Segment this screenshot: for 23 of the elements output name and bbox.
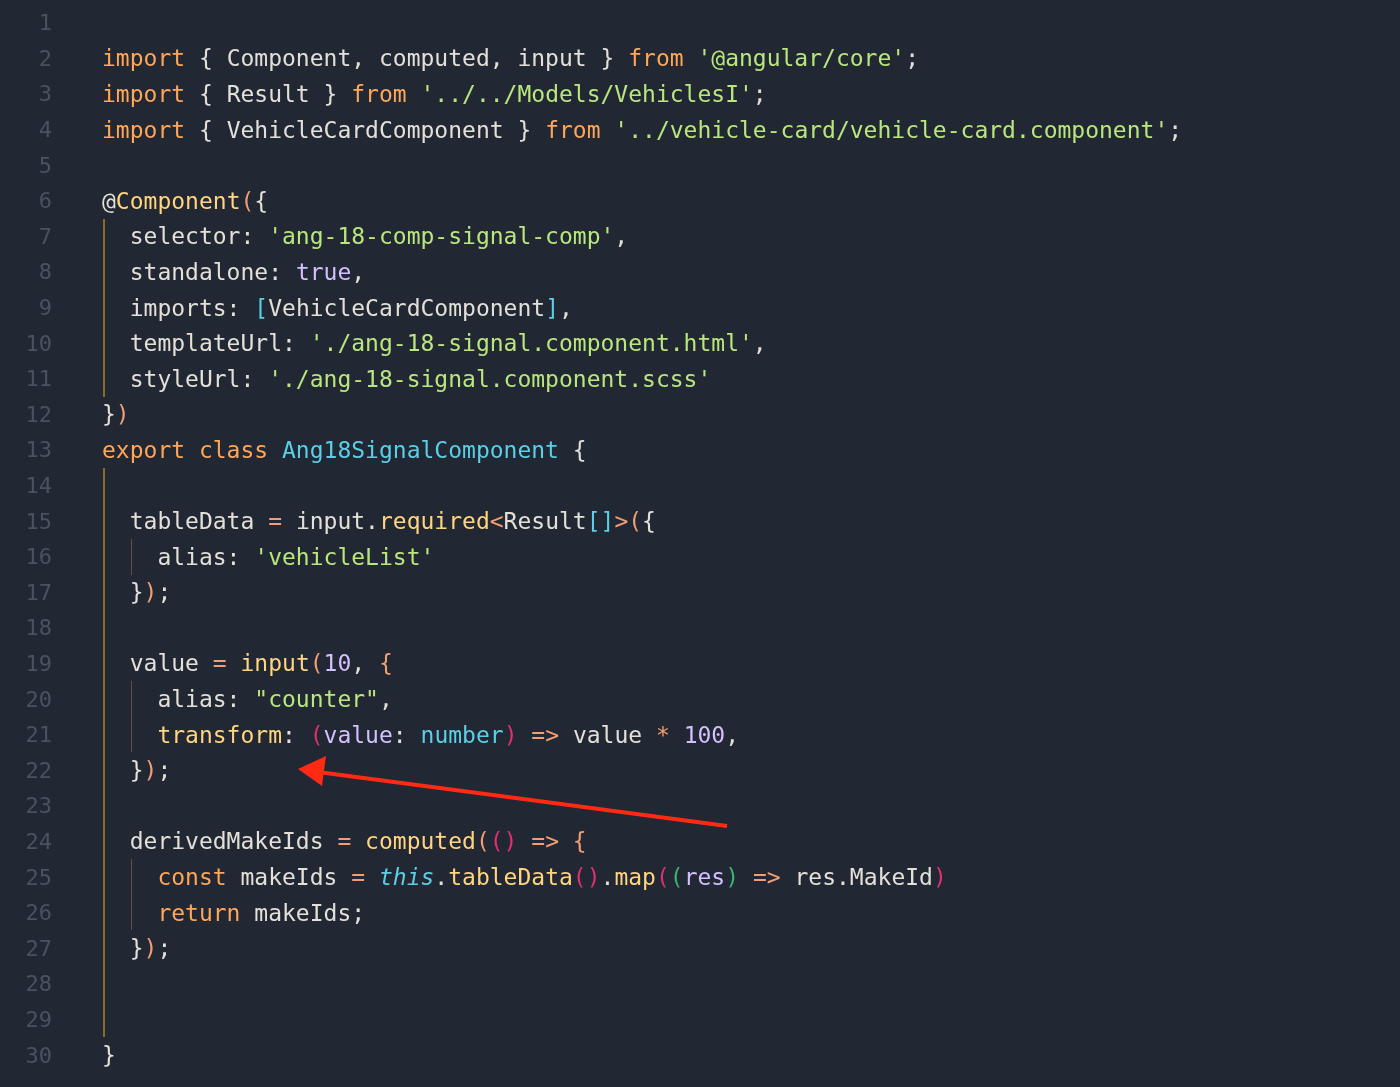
code-line: import { VehicleCardComponent } from '../vehicle-card/vehicle-card.component'; [102, 115, 1183, 144]
code-line: }); [128, 578, 172, 607]
code-line: }) [102, 400, 130, 429]
code-line: tableData = input.required<Result[]>({ [128, 507, 656, 536]
code-line: export class Ang18SignalComponent { [102, 435, 587, 464]
code-line: alias: 'vehicleList' [156, 542, 435, 571]
code-line: import { Component, computed, input } from '@angular/core'; [102, 44, 919, 73]
code-line: }); [128, 756, 172, 785]
code-line: selector: 'ang-18-comp-signal-comp', [128, 222, 629, 251]
code-line: import { Result } from '../../Models/VehiclesI'; [102, 80, 767, 108]
code-line: derivedMakeIds = computed(() => { [128, 827, 587, 856]
code-line: imports: [VehicleCardComponent], [128, 293, 573, 322]
code-line: }); [128, 934, 172, 963]
code-line: alias: "counter", [156, 685, 393, 714]
code-line: } [102, 1041, 116, 1069]
code-line: transform: (value: number) => value * 100, [156, 720, 740, 749]
code-line: const makeIds = this.tableData().map((res) => res.MakeId) [156, 863, 947, 892]
code-line: templateUrl: './ang-18-signal.component.html', [128, 329, 767, 358]
code-line: standalone: true, [128, 257, 366, 286]
code-line: value = input(10, { [128, 649, 393, 678]
code-line: return makeIds; [156, 898, 366, 927]
code-line: @Component({ [102, 186, 269, 215]
code-line: styleUrl: './ang-18-signal.component.scss' [128, 364, 712, 393]
